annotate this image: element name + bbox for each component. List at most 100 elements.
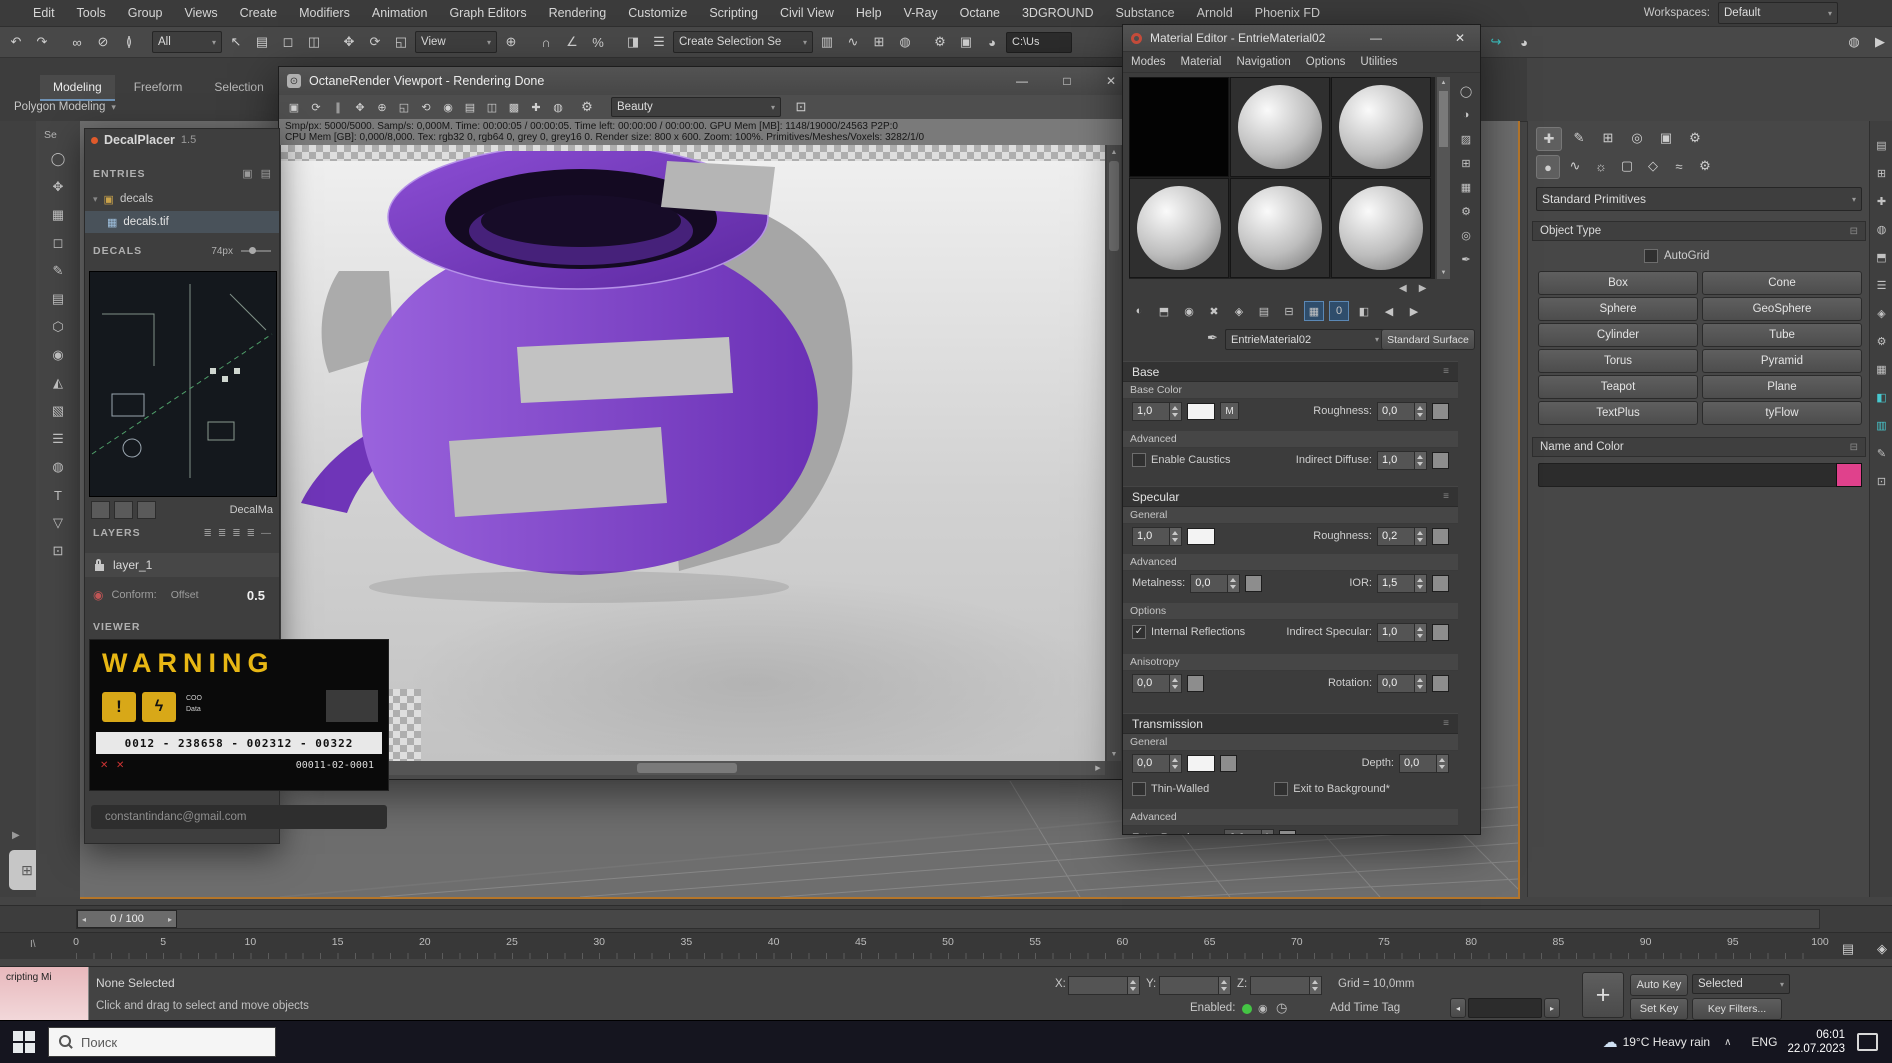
systems-category[interactable]: ⚙	[1694, 155, 1716, 177]
prev-frame-arrow[interactable]: ◂	[82, 915, 86, 924]
render-vscrollbar[interactable]: ▲ ▼	[1107, 145, 1121, 761]
key-mode-icon[interactable]: ▤	[1836, 937, 1860, 961]
reset-map-icon[interactable]: ✖	[1204, 301, 1224, 321]
me-menu-material[interactable]: Material	[1181, 56, 1222, 68]
base-map-button[interactable]: M	[1220, 402, 1239, 420]
layer-manager-icon[interactable]: ▥	[815, 30, 839, 54]
specular-weight-spinner[interactable]: 1,0	[1132, 526, 1182, 546]
background-icon[interactable]: ▩	[503, 97, 525, 117]
rect-selection-region-icon[interactable]: ◻	[276, 30, 300, 54]
transmission-section-header[interactable]: Transmission ≡	[1123, 713, 1458, 734]
specular-color-swatch[interactable]	[1187, 527, 1215, 545]
scroll-down-arrow[interactable]: ▼	[1107, 747, 1121, 761]
taskbar-search[interactable]: Поиск	[48, 1027, 276, 1057]
me-menu-navigation[interactable]: Navigation	[1236, 56, 1290, 68]
decal-viewer-image[interactable]: WARNING ! ϟ COO Data 0012 - 238658 - 0023…	[89, 639, 389, 791]
object-type-plane[interactable]: Plane	[1702, 375, 1862, 399]
backlight-icon[interactable]: ◑	[1456, 105, 1476, 125]
menu-group[interactable]: Group	[117, 0, 174, 26]
angle-snap-icon[interactable]: ∠	[560, 30, 584, 54]
transmission-map-slot[interactable]	[1220, 754, 1237, 772]
layer-minus-icon[interactable]: —	[261, 528, 271, 539]
specular-section-header[interactable]: Specular ≡	[1123, 486, 1458, 507]
pattern-tool-icon[interactable]: ▧	[45, 399, 71, 423]
ior-spinner[interactable]: 1,5	[1377, 573, 1427, 593]
render-canvas[interactable]	[281, 145, 1105, 761]
base-section-header[interactable]: Base ≡	[1123, 361, 1458, 382]
material-name-dropdown[interactable]: EntrieMaterial02 ▾	[1225, 329, 1385, 350]
primitives-dropdown[interactable]: Standard Primitives ▾	[1536, 187, 1862, 211]
menu-graph-editors[interactable]: Graph Editors	[438, 0, 537, 26]
layer-explorer-icon[interactable]: ⊞	[1872, 161, 1892, 185]
sample-slot[interactable]	[1331, 178, 1431, 278]
slots-scrollbar[interactable]: ▲ ▼	[1437, 77, 1450, 279]
focus-picker-icon[interactable]: ◉	[437, 97, 459, 117]
window-crossing-icon[interactable]: ◫	[302, 30, 326, 54]
clay-mode-icon[interactable]: ◍	[547, 97, 569, 117]
add-pass-icon[interactable]: ✚	[525, 97, 547, 117]
pan-render-icon[interactable]: ✥	[349, 97, 371, 117]
decal-p-button[interactable]	[114, 501, 133, 519]
mirror-icon[interactable]: ◨	[621, 30, 645, 54]
time-slider-thumb[interactable]: ◂ 0 / 100 ▸	[77, 910, 177, 928]
reset-view-icon[interactable]: ⟲	[415, 97, 437, 117]
render-layers-icon[interactable]: ▤	[459, 97, 481, 117]
asset-icon[interactable]: ◈	[1872, 301, 1892, 325]
octane-titlebar[interactable]: ⊙ OctaneRender Viewport - Rendering Done…	[279, 67, 1123, 96]
menu-arnold[interactable]: Arnold	[1186, 0, 1244, 26]
material-preview-icon[interactable]: ✒	[1456, 249, 1476, 269]
metalness-map-slot[interactable]	[1245, 574, 1263, 592]
scroll-up-arrow[interactable]: ▲	[1107, 145, 1121, 159]
snap-toggle-icon[interactable]: ∩	[534, 30, 558, 54]
anisotropy-map-slot[interactable]	[1187, 674, 1204, 692]
go-backward-icon[interactable]: ◀	[1379, 301, 1399, 321]
menu-civil-view[interactable]: Civil View	[769, 0, 845, 26]
hscroll-thumb[interactable]	[637, 763, 737, 773]
settings-panel-icon[interactable]: ⚙	[1872, 329, 1892, 353]
utilities-tab[interactable]: ⚙	[1683, 127, 1707, 149]
transmission-color-swatch[interactable]	[1187, 754, 1215, 772]
render-production-icon[interactable]: ◕	[980, 30, 1004, 54]
time-config-icon[interactable]: ◈	[1870, 937, 1892, 961]
list-tool-icon[interactable]: ☰	[45, 427, 71, 451]
decal-m-button[interactable]	[91, 501, 110, 519]
scroll-thumb[interactable]	[1439, 91, 1448, 147]
material-tool-icon[interactable]: ◍	[45, 455, 71, 479]
go-forward-icon[interactable]: ▶	[1404, 301, 1424, 321]
add-time-tag[interactable]: Add Time Tag	[1330, 1002, 1400, 1014]
key-mode-dropdown[interactable]: Selected ▾	[1692, 974, 1790, 994]
rotation-spinner[interactable]: 0,0	[1377, 673, 1427, 693]
render-pass-dropdown[interactable]: Beauty ▾	[611, 97, 781, 117]
internal-reflections-checkbox[interactable]	[1132, 625, 1146, 639]
sphere-tool-icon[interactable]: ◯	[45, 147, 71, 171]
shader-type-button[interactable]: Standard Surface	[1381, 329, 1475, 350]
decal-c-button[interactable]	[137, 501, 156, 519]
select-scale-icon[interactable]: ◱	[389, 30, 413, 54]
conform-icon[interactable]: ◉	[93, 588, 103, 602]
show-map-in-viewport-icon[interactable]: ▦	[1304, 301, 1324, 321]
base-color-swatch[interactable]	[1187, 402, 1215, 420]
open-folder-icon[interactable]: ▤	[261, 167, 271, 180]
lock-icon[interactable]	[95, 558, 104, 571]
base-weight-spinner[interactable]: 1,0	[1132, 401, 1182, 421]
key-filters-button[interactable]: Key Filters...	[1692, 998, 1782, 1020]
menu-customize[interactable]: Customize	[617, 0, 698, 26]
state-sets-icon[interactable]: ↪	[1484, 30, 1508, 54]
base-roughness-map-slot[interactable]	[1432, 402, 1449, 420]
menu-edit[interactable]: Edit	[22, 0, 66, 26]
slot-next-arrow[interactable]: ▶	[1419, 283, 1427, 294]
box-tool-icon[interactable]: ◻	[45, 231, 71, 255]
draw-tool-icon[interactable]: ✎	[45, 259, 71, 283]
entry-file-row[interactable]: ▦ decals.tif	[85, 211, 279, 233]
minimize-button[interactable]: —	[1366, 29, 1386, 47]
specular-roughness-map-slot[interactable]	[1432, 527, 1449, 545]
select-rotate-icon[interactable]: ⟳	[363, 30, 387, 54]
menu-octane[interactable]: Octane	[949, 0, 1011, 26]
annotate-panel-icon[interactable]: ✎	[1872, 441, 1892, 465]
curve-editor-icon[interactable]: ∿	[841, 30, 865, 54]
maximize-button[interactable]: □	[1057, 72, 1077, 90]
object-color-swatch[interactable]	[1836, 463, 1862, 487]
expand-arrow-icon[interactable]: ▾	[93, 194, 98, 205]
select-by-material-icon[interactable]: ◎	[1456, 225, 1476, 245]
menu-3dground[interactable]: 3DGROUND	[1011, 0, 1105, 26]
